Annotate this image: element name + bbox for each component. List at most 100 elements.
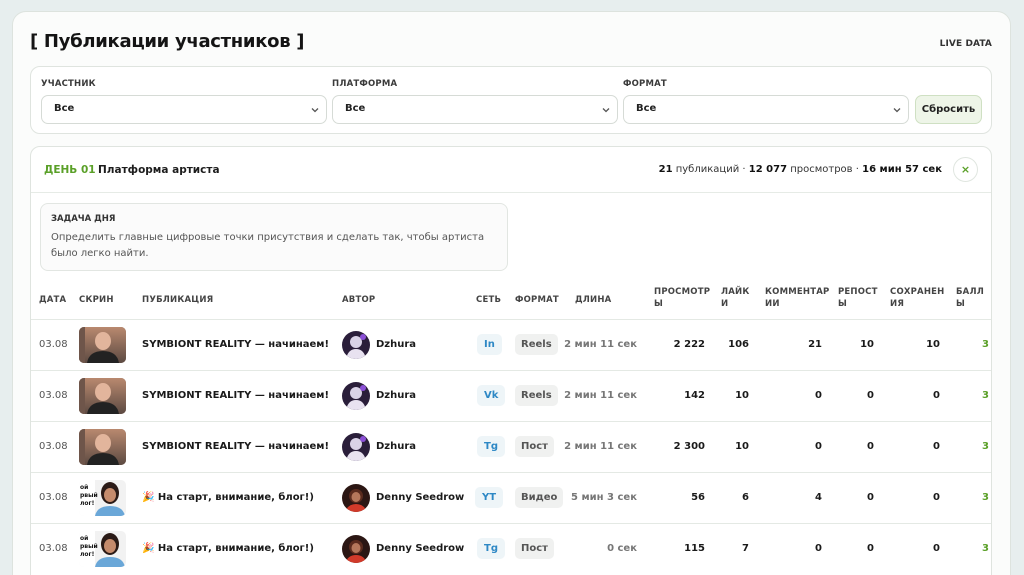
row-reposts: 0 — [867, 492, 874, 503]
author-name[interactable]: Dzhura — [376, 339, 416, 350]
participant-select-value: Все — [54, 103, 75, 114]
table-row[interactable]: 03.08 SYMBIONT REALITY — начинаем! Dzhura V… — [31, 370, 991, 421]
day-name: Платформа артиста — [98, 164, 220, 176]
row-length: 2 мин 11 сек — [564, 390, 637, 401]
participant-select[interactable]: Все — [41, 95, 327, 124]
avatar — [342, 433, 370, 461]
table-row[interactable]: 03.08 SYMBIONT REALITY — начинаем! Dzhura T… — [31, 421, 991, 472]
col-likes-line2: И — [721, 299, 729, 309]
publication-link[interactable]: SYMBIONT REALITY — начинаем! — [142, 390, 329, 401]
row-views: 2 222 — [673, 339, 705, 350]
row-views: 56 — [691, 492, 705, 503]
page-title: [ Публикации участников ] — [30, 31, 305, 52]
row-reposts: 0 — [867, 390, 874, 401]
col-network[interactable]: СЕТЬ — [476, 294, 501, 306]
col-likes-line1: ЛАЙК — [721, 287, 750, 297]
author-name[interactable]: Dzhura — [376, 441, 416, 452]
screenshot-thumbnail[interactable] — [79, 429, 126, 465]
table-row[interactable]: 03.08 ой рвый лог! 🎉 На старт, внимание, бло… — [31, 523, 991, 574]
col-points[interactable]: БАЛЛ Ы — [956, 286, 984, 310]
col-reposts-line2: Ы — [838, 299, 848, 309]
col-likes[interactable]: ЛАЙК И — [721, 286, 750, 310]
network-badge: Tg — [477, 538, 505, 559]
row-saves: 0 — [933, 441, 940, 452]
row-points: 3 — [982, 390, 989, 401]
row-comments: 4 — [815, 492, 822, 503]
avatar — [342, 382, 370, 410]
row-length: 2 мин 11 сек — [564, 339, 637, 350]
chevron-down-icon — [893, 108, 901, 113]
screenshot-thumbnail[interactable] — [79, 378, 126, 414]
publication-link[interactable]: SYMBIONT REALITY — начинаем! — [142, 339, 329, 350]
col-views[interactable]: ПРОСМОТР Ы — [654, 286, 710, 310]
screenshot-thumbnail[interactable] — [79, 327, 126, 363]
row-comments: 21 — [808, 339, 822, 350]
row-reposts: 10 — [860, 339, 874, 350]
total-duration: 16 мин 57 сек — [862, 164, 942, 175]
format-select[interactable]: Все — [623, 95, 909, 124]
author-name[interactable]: Dzhura — [376, 390, 416, 401]
chevron-down-icon — [311, 108, 319, 113]
row-reposts: 0 — [867, 543, 874, 554]
svg-text:рвый: рвый — [80, 492, 98, 499]
platform-select-value: Все — [345, 103, 366, 114]
col-comments-line1: КОММЕНТАР — [765, 287, 830, 297]
collapse-day-button[interactable]: × — [953, 157, 978, 182]
row-length: 5 мин 3 сек — [571, 492, 637, 503]
row-date: 03.08 — [39, 492, 68, 503]
row-date: 03.08 — [39, 390, 68, 401]
screenshot-thumbnail[interactable]: ой рвый лог! — [79, 480, 126, 516]
col-comments[interactable]: КОММЕНТАР ИИ — [765, 286, 829, 310]
platform-select[interactable]: Все — [332, 95, 618, 124]
row-saves: 10 — [926, 339, 940, 350]
row-length: 0 сек — [607, 543, 637, 554]
author-name[interactable]: Denny Seedrow — [376, 492, 464, 503]
row-views: 2 300 — [673, 441, 705, 452]
network-badge: In — [477, 334, 502, 355]
col-screen[interactable]: СКРИН — [79, 294, 114, 306]
row-views: 115 — [684, 543, 705, 554]
live-data-label: LIVE DATA — [939, 39, 992, 49]
col-reposts[interactable]: РЕПОСТ Ы — [838, 286, 878, 310]
publication-link[interactable]: SYMBIONT REALITY — начинаем! — [142, 441, 329, 452]
avatar — [342, 484, 370, 512]
svg-text:рвый: рвый — [80, 543, 98, 550]
col-reposts-line1: РЕПОСТ — [838, 287, 878, 297]
col-saves[interactable]: СОХРАНЕН ИЯ — [890, 286, 944, 310]
publications-count: 21 — [658, 164, 673, 175]
row-saves: 0 — [933, 543, 940, 554]
col-format[interactable]: ФОРМАТ — [515, 294, 559, 306]
row-saves: 0 — [933, 492, 940, 503]
task-title: ЗАДАЧА ДНЯ — [51, 214, 116, 224]
day-stats: 21 публикаций · 12 077 просмотров · 16 м… — [659, 164, 942, 175]
table-row[interactable]: 03.08 SYMBIONT REALITY — начинаем! Dzhura I… — [31, 319, 991, 370]
format-badge: Видео — [515, 487, 564, 508]
platform-filter-label: ПЛАТФОРМА — [332, 79, 398, 89]
format-badge: Reels — [515, 334, 558, 355]
views-label: просмотров · — [790, 164, 859, 175]
reset-button[interactable]: Сбросить — [915, 95, 982, 124]
author-name[interactable]: Denny Seedrow — [376, 543, 464, 554]
row-length: 2 мин 11 сек — [564, 441, 637, 452]
row-date: 03.08 — [39, 441, 68, 452]
svg-text:лог!: лог! — [80, 500, 94, 507]
publications-label: публикаций · — [675, 164, 746, 175]
row-views: 142 — [684, 390, 705, 401]
table-row[interactable]: 03.08 ой рвый лог! 🎉 На старт, внимание, бло… — [31, 472, 991, 523]
screenshot-thumbnail[interactable]: ой рвый лог! — [79, 531, 126, 567]
chevron-down-icon — [602, 108, 610, 113]
row-date: 03.08 — [39, 339, 68, 350]
views-count: 12 077 — [748, 164, 788, 175]
format-badge: Пост — [515, 436, 554, 457]
publication-link[interactable]: 🎉 На старт, внимание, блог!) — [142, 492, 314, 503]
publication-link[interactable]: 🎉 На старт, внимание, блог!) — [142, 543, 314, 554]
col-views-line2: Ы — [654, 299, 664, 309]
row-comments: 0 — [815, 390, 822, 401]
col-date[interactable]: ДАТА — [39, 294, 66, 306]
col-publication[interactable]: ПУБЛИКАЦИЯ — [142, 294, 213, 306]
col-author[interactable]: АВТОР — [342, 294, 375, 306]
col-points-line1: БАЛЛ — [956, 287, 984, 297]
network-badge: Tg — [477, 436, 505, 457]
col-length[interactable]: ДЛИНА — [575, 294, 611, 306]
row-likes: 10 — [735, 441, 749, 452]
